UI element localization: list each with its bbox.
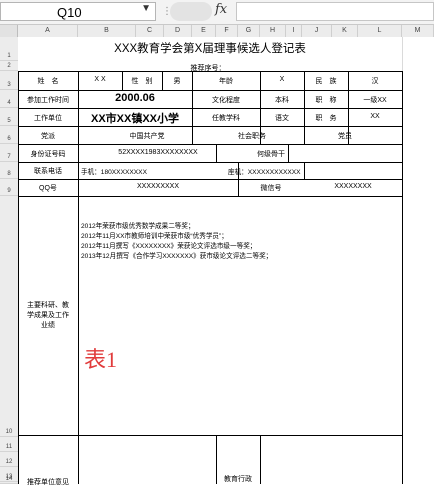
table-border-right <box>402 71 403 484</box>
formula-input[interactable] <box>236 2 434 21</box>
ethnicity-label: 民 族 <box>315 78 337 85</box>
subject-label: 任教学科 <box>212 115 240 122</box>
col-line <box>238 179 239 196</box>
recommend-unit-label: 推荐单位意见 <box>27 479 69 486</box>
landline-value[interactable]: 座机：XXXXXXXXXXXX <box>228 166 301 176</box>
column-header-i[interactable]: I <box>286 25 302 37</box>
achievement-item[interactable]: 2013年12月撰写《合作学习XXXXXXX》获市级论文评选二等奖； <box>81 250 272 260</box>
name-value[interactable]: X X <box>78 76 122 83</box>
row-line <box>18 108 402 109</box>
row-header-12[interactable]: 12 <box>0 452 18 467</box>
row-header-6[interactable]: 6 <box>0 126 18 144</box>
fx-icon[interactable]: fx <box>215 2 227 17</box>
row-header-4[interactable]: 4 <box>0 90 18 108</box>
row-header-3[interactable]: 3 <box>0 71 18 90</box>
social-value[interactable]: 党员 <box>288 131 402 141</box>
education-label: 文化程度 <box>212 97 240 104</box>
workplace-label: 工作单位 <box>34 115 62 122</box>
column-header-f[interactable]: F <box>216 25 238 37</box>
id-value[interactable]: 52XXXX1983XXXXXXXX <box>78 149 238 156</box>
party-label: 党派 <box>41 133 55 140</box>
table-mark-label: 表1 <box>84 347 118 372</box>
worksheet[interactable]: XXX教育学会第X届理事候选人登记表 推荐序号： 姓 名 X X 性 别 男 年… <box>18 37 434 486</box>
column-header-j[interactable]: J <box>302 25 332 37</box>
column-header-c[interactable]: C <box>136 25 164 37</box>
education-admin-label: 教育行政 <box>224 476 252 483</box>
honor-label: 何级骨干 <box>257 151 285 158</box>
column-header-d[interactable]: D <box>164 25 192 37</box>
column-header-l[interactable]: L <box>358 25 402 37</box>
qq-label: QQ号 <box>39 185 57 192</box>
research-label-line3: 业绩 <box>41 322 55 329</box>
col-line <box>304 162 305 179</box>
id-label: 身份证号码 <box>30 151 66 158</box>
formula-bar: Q10 ▼ ⋮ fx <box>0 0 434 25</box>
column-header-h[interactable]: H <box>260 25 286 37</box>
col-line <box>260 435 261 484</box>
education-value[interactable]: 本科 <box>260 95 304 105</box>
column-header-e[interactable]: E <box>192 25 216 37</box>
column-header-b[interactable]: B <box>78 25 136 37</box>
row-header-1[interactable]: 1 <box>0 37 18 61</box>
column-header-g[interactable]: G <box>238 25 260 37</box>
research-label-line2: 学成果及工作 <box>27 312 69 319</box>
achievement-item[interactable]: 2012年11月撰写《XXXXXXXX》荣获论文评选市级一等奖； <box>81 240 256 250</box>
row-header-bar: 1 2 3 4 5 6 7 8 9 10 11 12 13 14 <box>0 37 19 484</box>
row-header-5[interactable]: 5 <box>0 108 18 126</box>
position-label: 职 务 <box>315 115 337 122</box>
title-rank-label: 职 称 <box>315 97 337 104</box>
wechat-label: 微信号 <box>260 185 282 192</box>
research-label-line1: 主要科研、教 <box>27 302 69 309</box>
row-header-10[interactable]: 10 <box>0 196 18 437</box>
row-line <box>18 90 402 91</box>
gender-label: 性 别 <box>131 78 153 85</box>
col-line <box>78 196 79 484</box>
title-rank-value[interactable]: 一级XX <box>348 95 402 105</box>
social-label: 社会职务 <box>238 133 266 140</box>
achievement-item[interactable]: 2012年荣获市级优秀数学成果二等奖； <box>81 220 195 230</box>
table-border-top <box>18 71 402 72</box>
select-all-corner[interactable] <box>0 25 18 37</box>
qq-value[interactable]: XXXXXXXXX <box>78 183 238 190</box>
mobile-value[interactable]: 手机：180XXXXXXXX <box>81 166 147 176</box>
wechat-value[interactable]: XXXXXXXX <box>304 183 402 190</box>
row-header-8[interactable]: 8 <box>0 162 18 179</box>
cell-reference: Q10 <box>57 5 82 20</box>
row-header-7[interactable]: 7 <box>0 144 18 162</box>
name-label: 姓 名 <box>37 78 59 85</box>
form-title: XXX教育学会第X届理事候选人登记表 <box>114 43 306 55</box>
phone-label: 联系电话 <box>34 168 62 175</box>
name-box[interactable]: Q10 ▼ <box>0 2 156 21</box>
work-start-value[interactable]: 2000.06 <box>78 92 192 104</box>
row-header-9[interactable]: 9 <box>0 179 18 196</box>
row-line <box>18 179 402 180</box>
achievement-item[interactable]: 2012年11月XX市教师培训中荣获市级“优秀学员”； <box>81 230 228 240</box>
column-header-a[interactable]: A <box>18 25 78 37</box>
row-line <box>18 435 402 436</box>
age-value[interactable]: X <box>260 76 304 83</box>
subject-value[interactable]: 语文 <box>260 113 304 123</box>
row-header-2[interactable]: 2 <box>0 61 18 71</box>
column-header-m[interactable]: M <box>402 25 434 37</box>
col-line <box>78 162 79 179</box>
formula-buttons-area <box>170 2 212 21</box>
formula-bar-separator: ⋮ <box>162 6 172 17</box>
chevron-down-icon[interactable]: ▼ <box>141 3 151 14</box>
row-line <box>18 162 402 163</box>
ethnicity-value[interactable]: 汉 <box>348 76 402 86</box>
position-value[interactable]: XX <box>348 113 402 120</box>
workplace-value[interactable]: XX市XX镇XX小学 <box>78 110 192 126</box>
age-label: 年龄 <box>219 78 233 85</box>
gender-value[interactable]: 男 <box>162 76 192 86</box>
column-header-k[interactable]: K <box>332 25 358 37</box>
row-line <box>18 144 402 145</box>
party-value[interactable]: 中国共产党 <box>78 131 216 141</box>
row-line <box>18 196 402 197</box>
row-header-11[interactable]: 11 <box>0 437 18 452</box>
work-start-label: 参加工作时间 <box>27 97 69 104</box>
row-line <box>18 126 402 127</box>
